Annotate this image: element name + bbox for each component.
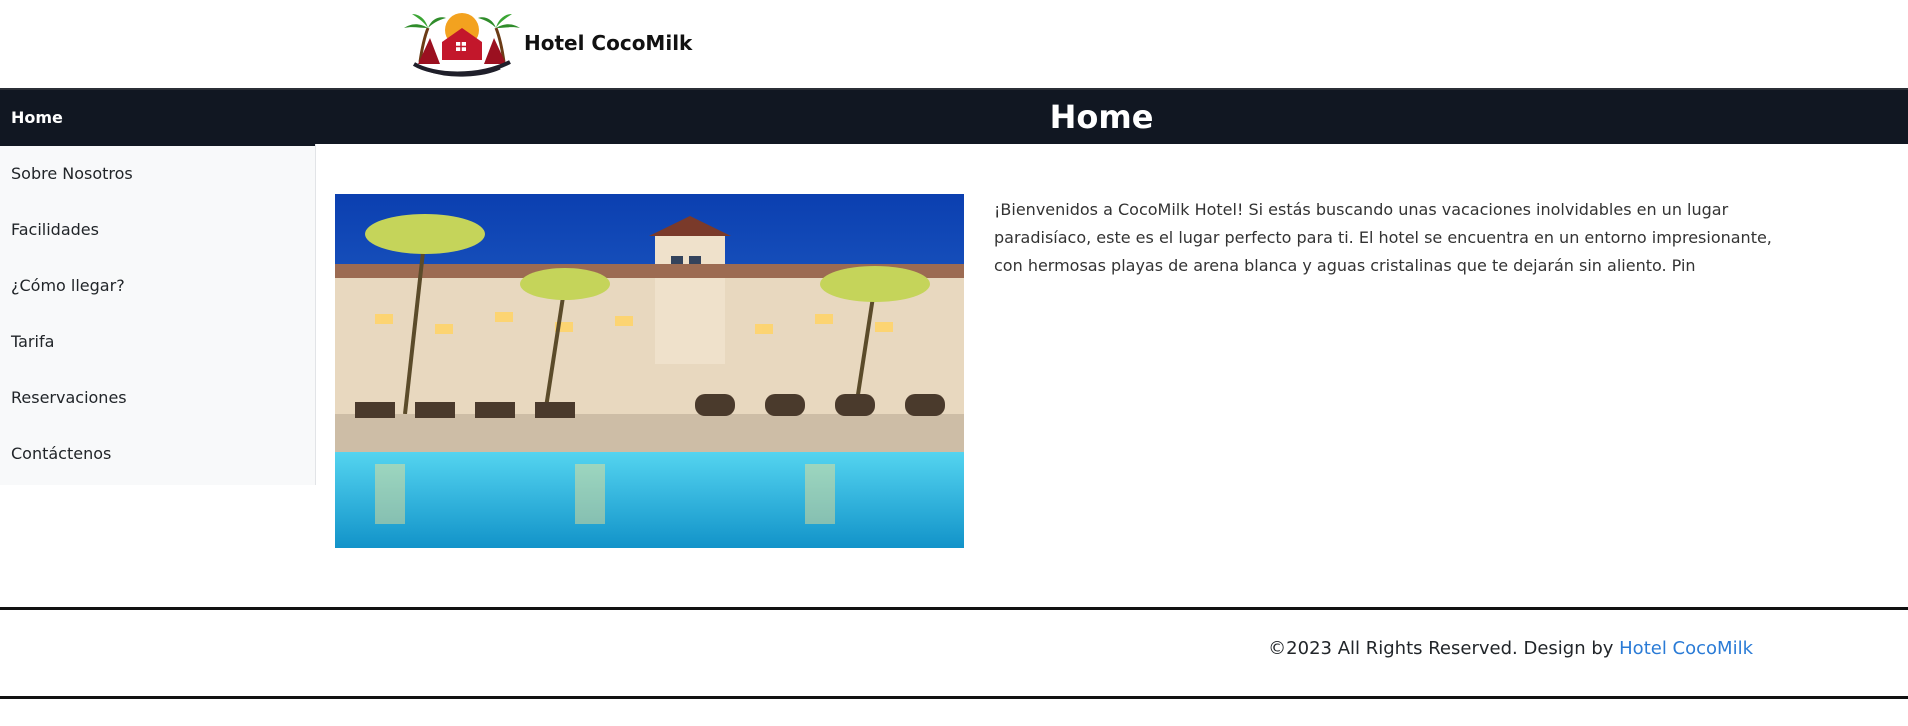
hotel-pool-image	[335, 194, 964, 548]
sidebar-item-reservaciones[interactable]: Reservaciones	[0, 370, 315, 426]
footer-divider-bottom	[0, 696, 1908, 699]
brand-logo-link[interactable]: Hotel CocoMilk	[400, 8, 692, 78]
sidebar-item-como-llegar[interactable]: ¿Cómo llegar?	[0, 258, 315, 314]
brand-name[interactable]: Hotel CocoMilk	[524, 31, 692, 55]
sidebar-item-tarifa[interactable]: Tarifa	[0, 314, 315, 370]
footer-copyright: ©2023 All Rights Reserved. Design by Hot…	[1268, 638, 1753, 659]
hotel-logo-icon	[404, 13, 520, 77]
footer-link-hotel[interactable]: Hotel CocoMilk	[1619, 638, 1753, 659]
intro-text: ¡Bienvenidos a CocoMilk Hotel! Si estás …	[994, 200, 1772, 275]
sidebar-item-facilidades[interactable]: Facilidades	[0, 202, 315, 258]
site-footer: ©2023 All Rights Reserved. Design by Hot…	[0, 610, 1908, 696]
sidebar-item-contactenos[interactable]: Contáctenos	[0, 426, 315, 482]
sidebar-item-sobre-nosotros[interactable]: Sobre Nosotros	[0, 146, 315, 202]
sidebar-item-home[interactable]: Home	[0, 90, 315, 146]
site-header: Hotel CocoMilk	[0, 0, 1908, 88]
footer-copyright-prefix: ©2023 All Rights Reserved. Design by	[1268, 638, 1620, 659]
sidebar-nav: Home Sobre Nosotros Facilidades ¿Cómo ll…	[0, 90, 316, 485]
page-title: Home	[1049, 98, 1154, 136]
page-title-band: Home	[315, 90, 1908, 144]
